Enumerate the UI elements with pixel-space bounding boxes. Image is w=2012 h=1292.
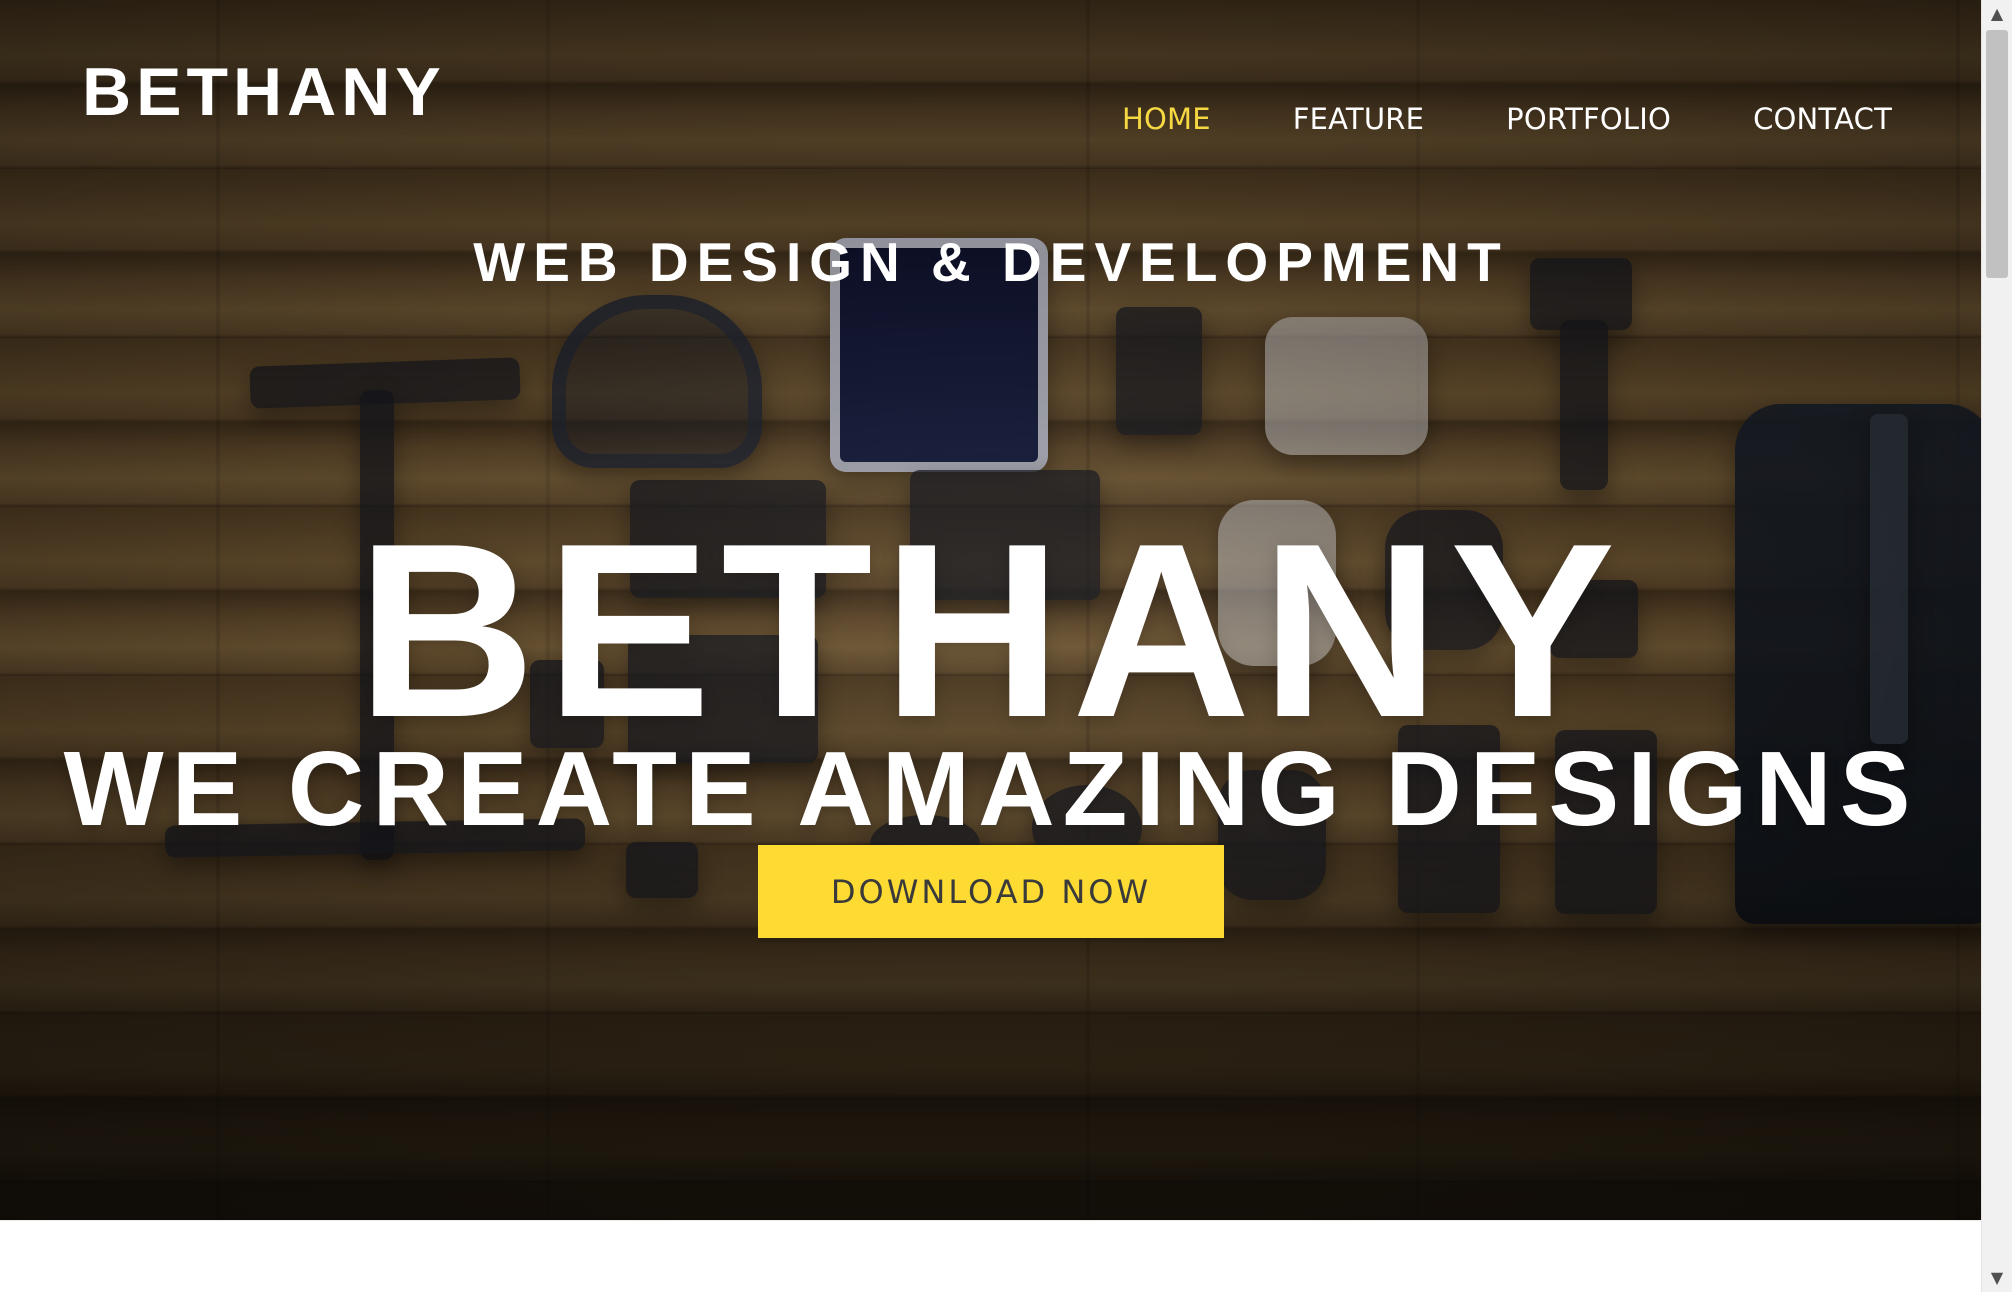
site-header: BETHANY HOME FEATURE PORTFOLIO CONTACT xyxy=(0,0,1982,180)
scroll-up-arrow-icon[interactable]: ▲ xyxy=(1982,0,2012,28)
hero-eyebrow: WEB DESIGN & DEVELOPMENT xyxy=(473,231,1509,293)
nav-link-feature[interactable]: FEATURE xyxy=(1293,101,1424,137)
hero-content: WEB DESIGN & DEVELOPMENT BETHANY WE CREA… xyxy=(0,0,1982,1220)
browser-viewport: BETHANY HOME FEATURE PORTFOLIO CONTACT W… xyxy=(0,0,2012,1292)
nav-link-contact[interactable]: CONTACT xyxy=(1753,101,1892,137)
hero-section: BETHANY HOME FEATURE PORTFOLIO CONTACT W… xyxy=(0,0,1982,1220)
next-section-start xyxy=(0,1220,1982,1292)
download-now-button[interactable]: DOWNLOAD NOW xyxy=(758,845,1224,938)
nav-link-portfolio[interactable]: PORTFOLIO xyxy=(1506,101,1671,137)
vertical-scrollbar[interactable]: ▲ ▼ xyxy=(1981,0,2012,1292)
site-logo[interactable]: BETHANY xyxy=(82,58,446,126)
nav-link-home[interactable]: HOME xyxy=(1122,101,1211,137)
hero-subheadline: WE CREATE AMAZING DESIGNS xyxy=(63,729,1919,848)
scrollbar-thumb[interactable] xyxy=(1986,30,2008,278)
primary-navigation: HOME FEATURE PORTFOLIO CONTACT xyxy=(1122,101,1892,137)
scroll-down-arrow-icon[interactable]: ▼ xyxy=(1982,1264,2012,1292)
hero-headline: BETHANY xyxy=(356,491,1626,770)
